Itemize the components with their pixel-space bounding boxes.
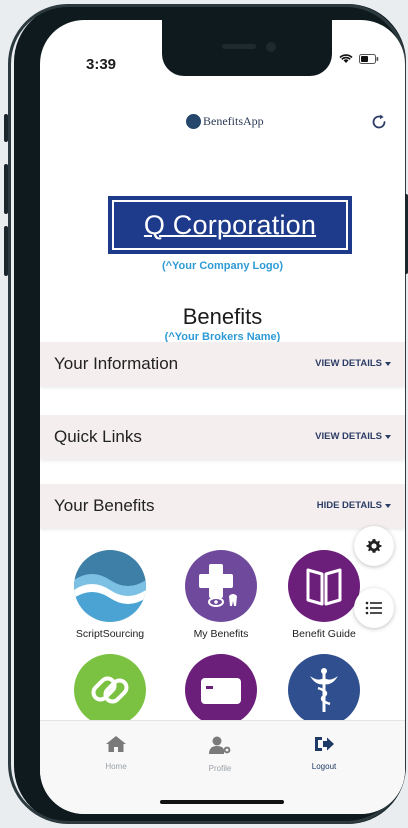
section-title: Your Benefits: [54, 496, 155, 515]
tile-label: Benefit Guide: [292, 628, 356, 640]
book-icon: [288, 550, 360, 622]
tab-logout[interactable]: Logout: [284, 735, 364, 771]
caduceus-icon: [288, 654, 360, 726]
tile-label: ScriptSourcing: [75, 628, 145, 640]
page-title: Benefits: [182, 304, 263, 329]
tile-my-benefits[interactable]: My Benefits: [171, 550, 271, 640]
tab-home[interactable]: Home: [76, 735, 156, 771]
tab-label: Profile: [208, 764, 232, 773]
gear-icon: [366, 539, 382, 553]
hide-details-button[interactable]: HIDE DETAILS: [317, 500, 391, 511]
waves-icon: [74, 550, 146, 622]
brand-name: BenefitsApp: [203, 114, 264, 128]
status-icons: [339, 54, 379, 64]
list-icon: [365, 601, 382, 615]
volume-down-button: [4, 226, 8, 276]
section-your-benefits[interactable]: Your Benefits HIDE DETAILS: [40, 484, 405, 528]
section-your-information[interactable]: Your Information VIEW DETAILS: [40, 342, 405, 386]
link-icon: [74, 654, 146, 726]
caret-down-icon: [385, 434, 391, 439]
section-title: Quick Links: [54, 427, 142, 446]
brand-logo-icon: [186, 114, 201, 129]
app-bar: BenefitsApp: [40, 96, 405, 148]
section-title: Your Information: [54, 354, 179, 373]
app-brand[interactable]: BenefitsApp: [186, 114, 264, 129]
phone-frame: 3:39 BenefitsApp Q Corporation (^Your Co…: [4, 4, 408, 824]
settings-fab[interactable]: [354, 526, 394, 566]
volume-up-button: [4, 164, 8, 214]
medical-cross-icon: [185, 550, 257, 622]
id-card-icon: [185, 654, 257, 726]
home-icon: [106, 736, 126, 752]
menu-fab[interactable]: [354, 588, 394, 628]
wifi-icon: [339, 54, 353, 63]
caret-down-icon: [385, 361, 391, 366]
caret-down-icon: [385, 503, 391, 508]
section-quick-links[interactable]: Quick Links VIEW DETAILS: [40, 415, 405, 459]
front-camera: [266, 42, 276, 52]
tab-profile[interactable]: Profile: [180, 735, 260, 773]
tab-label: Logout: [311, 762, 337, 771]
mute-switch: [4, 114, 8, 142]
view-details-button[interactable]: VIEW DETAILS: [315, 358, 391, 369]
tab-label: Home: [105, 762, 127, 771]
status-time: 3:39: [86, 56, 117, 73]
home-indicator: [160, 800, 284, 804]
battery-icon: [359, 54, 379, 64]
company-logo-note: (^Your Company Logo): [161, 260, 284, 272]
app-screen: 3:39 BenefitsApp Q Corporation (^Your Co…: [40, 20, 405, 814]
profile-icon: [209, 736, 231, 754]
notch: [162, 20, 332, 76]
tile-scriptsourcing[interactable]: ScriptSourcing: [60, 550, 160, 640]
view-details-button[interactable]: VIEW DETAILS: [315, 431, 391, 442]
company-logo: Q Corporation: [108, 196, 352, 254]
refresh-icon[interactable]: [369, 112, 389, 132]
logout-icon: [315, 737, 334, 751]
company-name: Q Corporation: [143, 209, 317, 240]
tile-label: My Benefits: [193, 628, 249, 640]
speaker: [222, 44, 256, 49]
